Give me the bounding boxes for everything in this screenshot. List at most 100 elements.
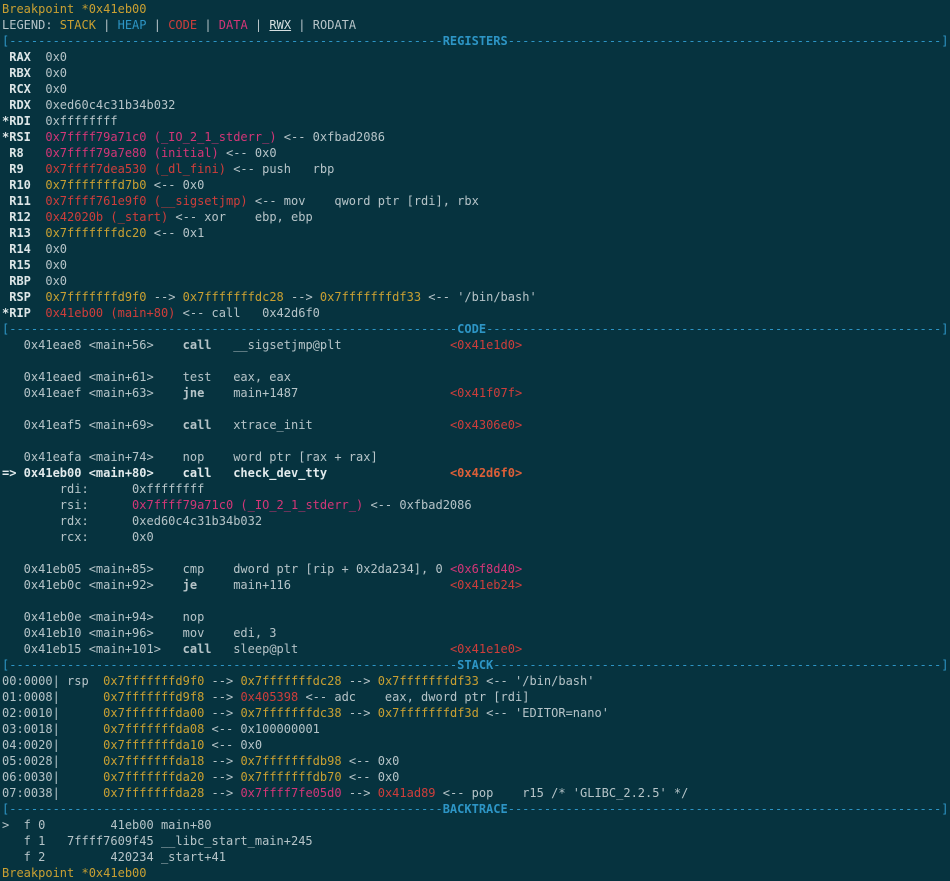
register-row-rdx: RDX 0xed60c4c31b34b032 <box>2 97 950 113</box>
text-token: 0x0 <box>45 82 67 96</box>
text-token: 03:0018| <box>2 722 103 736</box>
register-row-rbp: RBP 0x0 <box>2 273 950 289</box>
stack-row-06: 06:0030| 0x7fffffffda20 --> 0x7fffffffdb… <box>2 769 950 785</box>
terminal[interactable]: Breakpoint *0x41eb00LEGEND: STACK | HEAP… <box>0 0 950 881</box>
text-token: <0x41eb24> <box>450 578 522 592</box>
code-row-blank <box>2 433 950 449</box>
section-title: REGISTERS <box>443 34 508 48</box>
stack-row-03: 03:0018| 0x7fffffffda08 <-- 0x100000001 <box>2 721 950 737</box>
code-row-blank <box>2 401 950 417</box>
stack-row-05: 05:0028| 0x7fffffffda18 --> 0x7fffffffdb… <box>2 753 950 769</box>
text-token: | <box>248 18 270 32</box>
section-title: CODE <box>457 322 486 336</box>
section-border: ----------------------------------------… <box>508 34 949 48</box>
section-border: [---------------------------------------… <box>2 322 457 336</box>
text-token: RCX <box>2 82 45 96</box>
text-token: 0x7fffffffdb98 <box>240 754 341 768</box>
register-row-r14: R14 0x0 <box>2 241 950 257</box>
text-token: rsi: <box>2 498 132 512</box>
code-section-header: [---------------------------------------… <box>2 321 950 337</box>
text-token: RSP <box>2 290 45 304</box>
text-token: main+116 <box>197 578 450 592</box>
register-row-r9: R9 0x7ffff7dea530 (_dl_fini) <-- push rb… <box>2 161 950 177</box>
text-token: je <box>183 578 197 592</box>
text-token: 0x41ad89 <box>378 786 436 800</box>
code-row-main74: 0x41eafa <main+74> nop word ptr [rax + r… <box>2 449 950 465</box>
text-token: 07:0038| <box>2 786 103 800</box>
text-token: 0x7fffffffdf33 <box>378 674 479 688</box>
text-token: STACK <box>60 18 96 32</box>
code-arg-row-rdx: rdx: 0xed60c4c31b34b032 <box>2 513 950 529</box>
text-token: <-- mov qword ptr [rdi], rbx <box>248 194 479 208</box>
register-row-rcx: RCX 0x0 <box>2 81 950 97</box>
code-row-main85: 0x41eb05 <main+85> cmp dword ptr [rip + … <box>2 561 950 577</box>
text-token: main+1487 <box>204 386 450 400</box>
text-token: <0x42d6f0> <box>450 466 522 480</box>
text-token: 0x7fffffffdc20 <box>45 226 146 240</box>
text-token: <-- call 0x42d6f0 <box>175 306 320 320</box>
code-arg-row-rsi: rsi: 0x7ffff79a71c0 (_IO_2_1_stderr_) <-… <box>2 497 950 513</box>
register-row-rbx: RBX 0x0 <box>2 65 950 81</box>
text-token: LEGEND: <box>2 18 60 32</box>
text-token: --> <box>204 754 240 768</box>
code-row-main96: 0x41eb10 <main+96> mov edi, 3 <box>2 625 950 641</box>
text-token: 0x7ffff7dea530 (_dl_fini) <box>45 162 226 176</box>
text-token: --> <box>147 290 183 304</box>
text-token: <-- '/bin/bash' <box>479 674 595 688</box>
code-arg-row-rcx: rcx: 0x0 <box>2 529 950 545</box>
stack-row-00: 00:0000| rsp 0x7fffffffd9f0 --> 0x7fffff… <box>2 673 950 689</box>
register-row-rax: RAX 0x0 <box>2 49 950 65</box>
text-token: f 2 420234 _start+41 <box>2 850 226 864</box>
stack-row-01: 01:0008| 0x7fffffffd9f8 --> 0x405398 <--… <box>2 689 950 705</box>
text-token: <-- 0xfbad2086 <box>277 130 385 144</box>
text-token: 01:0008| <box>2 690 103 704</box>
text-token: <0x4306e0> <box>450 418 522 432</box>
register-row-r10: R10 0x7fffffffd7b0 <-- 0x0 <box>2 177 950 193</box>
text-token: 0x0 <box>45 50 67 64</box>
backtrace-section-header: [---------------------------------------… <box>2 801 950 817</box>
section-border: ----------------------------------------… <box>508 802 949 816</box>
text-token: R10 <box>2 178 45 192</box>
text-token: | <box>291 18 313 32</box>
section-border: ----------------------------------------… <box>493 658 948 672</box>
section-border: ----------------------------------------… <box>486 322 948 336</box>
text-token: 0x7fffffffda00 <box>103 706 204 720</box>
text-token: Breakpoint *0x41eb00 <box>2 2 147 16</box>
text-token: --> <box>204 770 240 784</box>
text-token: <-- adc eax, dword ptr [rdi] <box>298 690 529 704</box>
text-token: 0x7fffffffda18 <box>103 754 204 768</box>
text-token: | <box>147 18 169 32</box>
text-token: 0x7fffffffdf3d <box>378 706 479 720</box>
text-token: | <box>197 18 219 32</box>
code-row-blank <box>2 353 950 369</box>
text-token: R9 <box>2 162 45 176</box>
text-token: 0x7ffff79a71c0 (_IO_2_1_stderr_) <box>132 498 363 512</box>
text-token: 0x7ffff79a7e80 (initial) <box>45 146 218 160</box>
text-token: --> <box>342 786 378 800</box>
text-token: 0x41eb0c <main+92> <box>2 578 183 592</box>
legend-row: LEGEND: STACK | HEAP | CODE | DATA | RWX… <box>2 17 950 33</box>
text-token: 0x0 <box>45 258 67 272</box>
text-token: 02:0010| <box>2 706 103 720</box>
register-row-r12: R12 0x42020b (_start) <-- xor ebp, ebp <box>2 209 950 225</box>
text-token: R8 <box>2 146 45 160</box>
code-row-main92: 0x41eb0c <main+92> je main+116 <0x41eb24… <box>2 577 950 593</box>
text-token: --> <box>342 706 378 720</box>
text-token: jne <box>183 386 205 400</box>
text-token: 0x0 <box>45 66 67 80</box>
text-token: RBP <box>2 274 45 288</box>
text-token: R12 <box>2 210 45 224</box>
code-row-main101: 0x41eb15 <main+101> call sleep@plt <0x41… <box>2 641 950 657</box>
code-row-blank <box>2 593 950 609</box>
text-token: 0x7fffffffda10 <box>103 738 204 752</box>
code-row-main61: 0x41eaed <main+61> test eax, eax <box>2 369 950 385</box>
backtrace-row-f1: f 1 7ffff7609f45 __libc_start_main+245 <box>2 833 950 849</box>
text-token: <-- pop r15 /* 'GLIBC_2.2.5' */ <box>436 786 689 800</box>
text-token: 0x41eaed <main+61> test eax, eax <box>2 370 291 384</box>
text-token: R15 <box>2 258 45 272</box>
stack-row-04: 04:0020| 0x7fffffffda10 <-- 0x0 <box>2 737 950 753</box>
text-token: <-- 0x0 <box>219 146 277 160</box>
text-token: 0x41eb10 <main+96> mov edi, 3 <box>2 626 277 640</box>
text-token: 0x7fffffffd9f8 <box>103 690 204 704</box>
text-token: => 0x41eb00 <main+80> call check_dev_tty <box>2 466 450 480</box>
